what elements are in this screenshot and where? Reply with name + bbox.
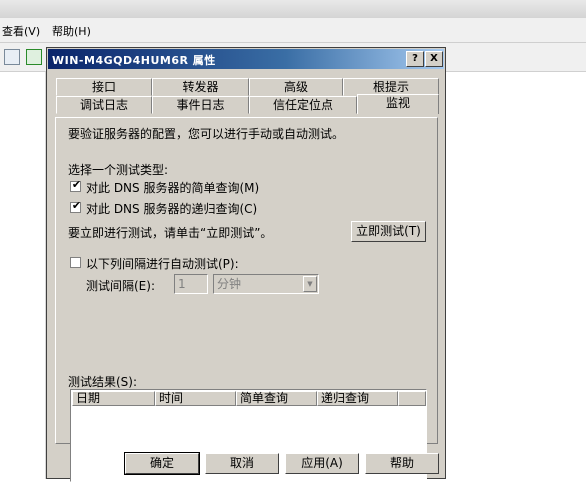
auto-test-label[interactable]: 以下列间隔进行自动测试(P): xyxy=(86,255,239,272)
intro-text: 要验证服务器的配置，您可以进行手动或自动测试。 xyxy=(68,127,345,141)
tab-interfaces[interactable]: 接口 xyxy=(56,78,152,96)
results-label: 测试结果(S): xyxy=(68,375,138,389)
test-now-button[interactable]: 立即测试(T) xyxy=(351,221,426,242)
recursive-query-label[interactable]: 对此 DNS 服务器的递归查询(C) xyxy=(86,200,257,217)
checkmark-icon: ✔ xyxy=(71,199,82,212)
chevron-down-icon: ▼ xyxy=(303,276,317,292)
interval-unit-value: 分钟 xyxy=(217,277,242,291)
cancel-button[interactable]: 取消 xyxy=(205,453,279,474)
monitoring-panel: 要验证服务器的配置，您可以进行手动或自动测试。 选择一个测试类型: ✔ 对此 D… xyxy=(55,117,438,482)
interval-unit-select[interactable]: 分钟 ▼ xyxy=(213,274,319,294)
background-tree-pane xyxy=(0,72,46,479)
interval-value-input[interactable]: 1 xyxy=(174,274,208,294)
tab-advanced[interactable]: 高级 xyxy=(249,78,343,96)
background-detail-pane xyxy=(446,72,586,479)
dialog-title: WIN-M4GQD4HUM6R 属性 xyxy=(52,54,216,67)
dialog-titlebar[interactable]: WIN-M4GQD4HUM6R 属性 ? X xyxy=(48,49,444,69)
column-date[interactable]: 日期 xyxy=(72,391,155,406)
interval-label: 测试间隔(E): xyxy=(86,279,155,293)
refresh-icon[interactable] xyxy=(26,49,42,65)
column-filler xyxy=(398,391,426,406)
simple-query-label[interactable]: 对此 DNS 服务器的简单查询(M) xyxy=(86,179,259,196)
apply-button[interactable]: 应用(A) xyxy=(285,453,359,474)
column-time[interactable]: 时间 xyxy=(155,391,236,406)
tab-monitoring[interactable]: 监视 xyxy=(357,94,439,114)
help-question-button[interactable]: ? xyxy=(406,51,424,67)
menu-view[interactable]: 查看(V) xyxy=(2,23,40,39)
checkmark-icon: ✔ xyxy=(71,178,82,191)
background-window-titlebar xyxy=(0,0,586,18)
select-test-type-label: 选择一个测试类型: xyxy=(68,163,169,177)
ok-button[interactable]: 确定 xyxy=(124,452,200,475)
properties-dialog: WIN-M4GQD4HUM6R 属性 ? X 接口 转发器 高级 根提示 调试日… xyxy=(46,47,446,482)
menu-help[interactable]: 帮助(H) xyxy=(52,23,91,39)
tab-forwarders[interactable]: 转发器 xyxy=(152,78,249,96)
auto-test-checkbox[interactable] xyxy=(70,257,81,268)
recursive-query-checkbox[interactable]: ✔ xyxy=(70,199,82,213)
close-button[interactable]: X xyxy=(425,51,443,67)
simple-query-checkbox[interactable]: ✔ xyxy=(70,178,82,192)
properties-icon[interactable] xyxy=(4,49,20,65)
help-button[interactable]: 帮助 xyxy=(365,453,439,474)
test-now-hint: 要立即进行测试，请单击“立即测试”。 xyxy=(68,226,273,240)
background-menubar: 查看(V) 帮助(H) xyxy=(0,18,586,43)
column-simple-query[interactable]: 简单查询 xyxy=(236,391,317,406)
tab-trust-anchors[interactable]: 信任定位点 xyxy=(249,96,357,114)
column-recursive-query[interactable]: 递归查询 xyxy=(317,391,398,406)
tab-event-logging[interactable]: 事件日志 xyxy=(152,96,249,114)
tab-debug-logging[interactable]: 调试日志 xyxy=(56,96,152,114)
